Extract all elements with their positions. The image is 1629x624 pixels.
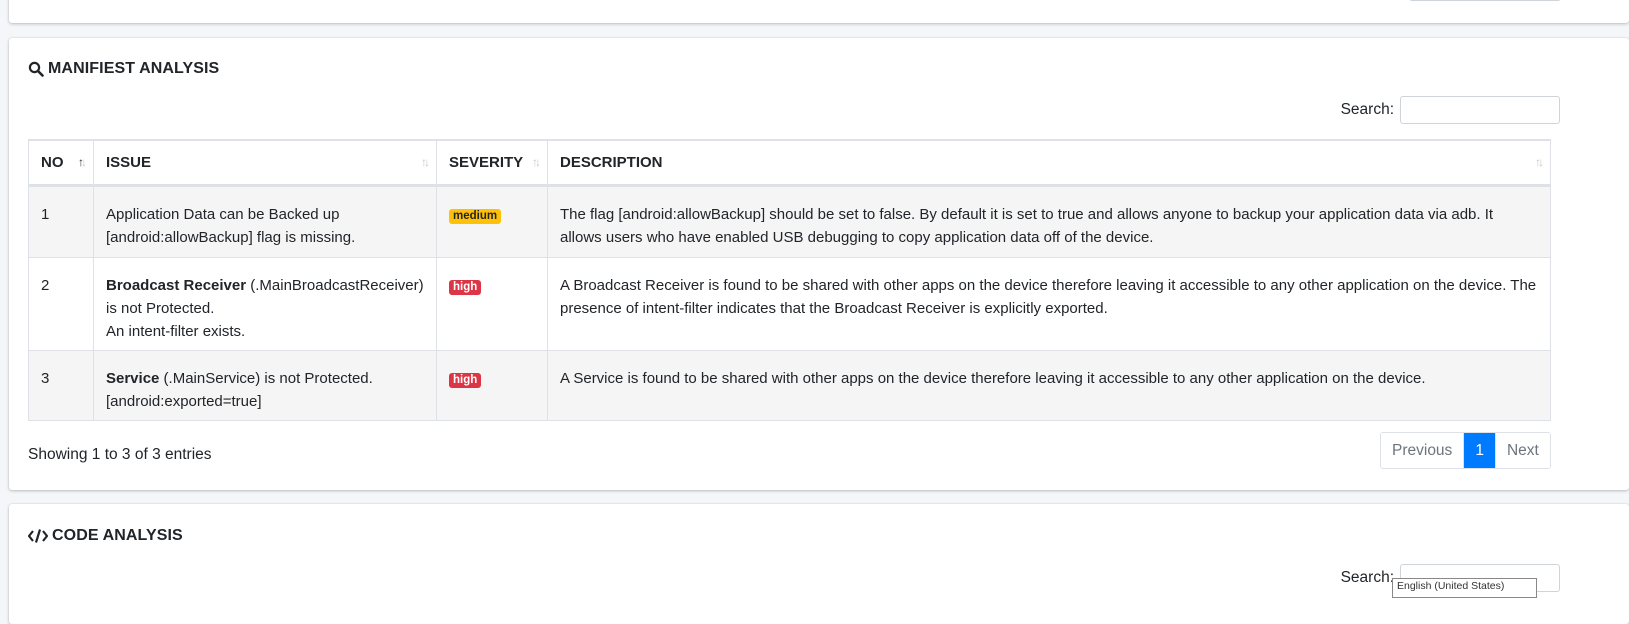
column-header-issue[interactable]: ISSUE ↑↓	[93, 139, 437, 187]
description-cell: A Broadcast Receiver is found to be shar…	[547, 256, 1551, 351]
search-label: Search:	[1340, 101, 1394, 118]
previous-section-card	[9, 0, 1629, 23]
column-header-no[interactable]: NO ↑↓	[28, 139, 94, 187]
row-number: 1	[28, 184, 94, 258]
search-label: Search:	[1340, 569, 1394, 586]
column-header-description[interactable]: DESCRIPTION ↑↓	[547, 139, 1551, 187]
issue-cell: Application Data can be Backed up [andro…	[93, 184, 437, 258]
manifest-title: MANIFIEST ANALYSIS	[28, 60, 219, 78]
next-button[interactable]: Next	[1494, 433, 1550, 468]
code-analysis-card: CODE ANALYSIS Search:	[9, 504, 1629, 624]
manifest-table: NO ↑↓ ISSUE ↑↓ SEVERITY ↑↓ DESCRIPTION ↑…	[28, 139, 1551, 421]
severity-badge: high	[449, 279, 482, 295]
severity-badge: medium	[449, 208, 502, 224]
description-cell: The flag [android:allowBackup] should be…	[547, 184, 1551, 258]
description-cell: A Service is found to be shared with oth…	[547, 349, 1551, 421]
manifest-analysis-card: MANIFIEST ANALYSIS Search: NO ↑↓ ISSUE ↑…	[9, 38, 1629, 490]
page-1-button[interactable]: 1	[1464, 433, 1495, 468]
severity-badge: high	[449, 372, 482, 388]
pagination: Previous 1 Next	[1380, 432, 1551, 469]
search-icon	[28, 61, 44, 77]
issue-cell: Service (.MainService) is not Protected.…	[93, 349, 437, 421]
row-number: 3	[28, 349, 94, 421]
manifest-title-text: MANIFIEST ANALYSIS	[48, 60, 220, 77]
manifest-search: Search:	[1341, 96, 1560, 124]
table-row: 1 Application Data can be Backed up [and…	[28, 184, 1551, 258]
code-icon	[28, 528, 48, 544]
sort-icon: ↑↓	[421, 155, 430, 169]
previous-button[interactable]: Previous	[1381, 433, 1465, 468]
column-header-severity[interactable]: SEVERITY ↑↓	[436, 139, 548, 187]
table-header-row: NO ↑↓ ISSUE ↑↓ SEVERITY ↑↓ DESCRIPTION ↑…	[28, 139, 1551, 187]
severity-cell: high	[436, 349, 548, 421]
table-row: 3 Service (.MainService) is not Protecte…	[28, 349, 1551, 421]
severity-cell: high	[436, 256, 548, 351]
code-title: CODE ANALYSIS	[28, 527, 183, 545]
previous-section-control[interactable]	[1409, 0, 1561, 1]
sort-ascending-icon: ↑↓	[78, 155, 87, 169]
row-number: 2	[28, 256, 94, 351]
table-info: Showing 1 to 3 of 3 entries	[28, 446, 212, 463]
search-input[interactable]	[1400, 96, 1560, 124]
sort-icon: ↑↓	[532, 155, 541, 169]
code-title-text: CODE ANALYSIS	[52, 527, 183, 544]
sort-icon: ↑↓	[1535, 155, 1544, 169]
table-row: 2 Broadcast Receiver (.MainBroadcastRece…	[28, 256, 1551, 351]
severity-cell: medium	[436, 184, 548, 258]
issue-cell: Broadcast Receiver (.MainBroadcastReceiv…	[93, 256, 437, 351]
language-tooltip: English (United States)	[1392, 578, 1537, 598]
